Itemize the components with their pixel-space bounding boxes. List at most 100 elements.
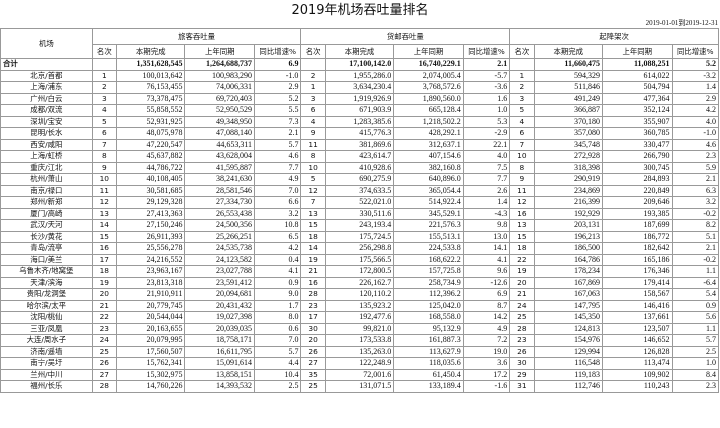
cargo-current: 374,633.5 (324, 184, 395, 197)
airport-name: 上海/浦东 (0, 81, 93, 94)
flights-last-year: 355,907 (601, 115, 673, 128)
passenger-growth: 5.7 (254, 345, 302, 358)
passenger-rank: 17 (91, 253, 117, 266)
flights-rank: 20 (509, 276, 535, 289)
airport-name: 天津/滨海 (0, 276, 93, 289)
flights-last-year: 220,849 (601, 184, 673, 197)
cargo-rank: 17 (300, 311, 326, 324)
cargo-growth: 1.6 (462, 92, 511, 105)
flights-rank: 19 (509, 265, 535, 278)
passenger-growth: 0.6 (254, 322, 302, 335)
cargo-rank: 11 (300, 138, 326, 151)
airport-name: 上海/虹桥 (0, 150, 93, 163)
passenger-growth: 4.2 (254, 242, 302, 255)
flights-current: 370,180 (533, 115, 603, 128)
cargo-last-year: 382,160.8 (393, 161, 464, 174)
table-row: 广州/白云 3 73,378,475 69,720,403 5.2 3 1,919,926.… (0, 92, 720, 105)
passenger-rank: 2 (91, 81, 117, 94)
flights-growth: 1.4 (671, 81, 720, 94)
airport-name: 乌鲁木齐/地窝堡 (0, 265, 93, 278)
flights-rank: 2 (509, 81, 535, 94)
cargo-rank: 2 (300, 69, 326, 82)
flights-rank: 4 (509, 115, 535, 128)
table-row: 上海/虹桥 8 45,637,882 43,628,004 4.6 8 423,614.7 4… (0, 150, 720, 163)
cargo-rank: 14 (300, 242, 326, 255)
cargo-growth: -3.6 (462, 81, 511, 94)
airport-name: 杭州/萧山 (0, 173, 93, 186)
cargo-rank: 4 (300, 115, 326, 128)
flights-growth: 8.4 (671, 368, 720, 381)
cargo-current: 173,533.8 (324, 334, 395, 347)
passenger-rank: 16 (91, 242, 117, 255)
passenger-current: 20,079,995 (115, 334, 186, 347)
total-passenger-growth: 6.9 (254, 58, 302, 71)
cargo-last-year: 113,627.9 (393, 345, 464, 358)
growth-header: 同比增速% (254, 44, 302, 59)
cargo-last-year: 112,396.2 (393, 288, 464, 301)
passenger-header: 旅客吞吐量 (91, 28, 302, 45)
table-row: 南京/禄口 11 30,581,685 28,581,546 7.0 12 374,633.… (0, 184, 720, 197)
cargo-current: 192,477.6 (324, 311, 395, 324)
cargo-current: 135,923.2 (324, 299, 395, 312)
table-row: 西安/咸阳 7 47,220,547 44,653,311 5.7 11 381,869.6… (0, 138, 720, 151)
cargo-rank: 21 (300, 265, 326, 278)
cargo-current: 3,634,230.4 (324, 81, 395, 94)
flights-current: 147,795 (533, 299, 603, 312)
passenger-rank: 9 (91, 161, 117, 174)
passenger-current: 14,760,226 (115, 380, 186, 393)
cargo-growth: 14.1 (462, 242, 511, 255)
cargo-current: 175,566.5 (324, 253, 395, 266)
table-row: 长沙/黄花 15 26,911,393 25,266,251 6.5 18 175,724.… (0, 230, 720, 243)
current-header: 本期完成 (115, 44, 186, 59)
passenger-rank: 6 (91, 127, 117, 140)
flights-last-year: 113,474 (601, 357, 673, 370)
flights-rank: 11 (509, 184, 535, 197)
cargo-rank: 28 (300, 288, 326, 301)
flights-last-year: 614,022 (601, 69, 673, 82)
cargo-rank: 7 (300, 196, 326, 209)
flights-growth: 1.1 (671, 322, 720, 335)
table-row: 重庆/江北 9 44,786,722 41,595,887 7.7 10 410,928.6… (0, 161, 720, 174)
flights-growth: 4.6 (671, 138, 720, 151)
airport-name: 沈阳/桃仙 (0, 311, 93, 324)
passenger-current: 17,560,507 (115, 345, 186, 358)
flights-last-year: 126,828 (601, 345, 673, 358)
flights-growth: 4.0 (671, 115, 720, 128)
airport-name: 广州/白云 (0, 92, 93, 105)
cargo-growth: 7.7 (462, 173, 511, 186)
cargo-rank: 3 (300, 92, 326, 105)
cargo-current: 690,275.9 (324, 173, 395, 186)
flights-current: 203,131 (533, 219, 603, 232)
flights-growth: 2.3 (671, 380, 720, 393)
flights-rank: 5 (509, 104, 535, 117)
flights-current: 216,399 (533, 196, 603, 209)
cargo-last-year: 95,132.9 (393, 322, 464, 335)
flights-current: 192,929 (533, 207, 603, 220)
table-row: 三亚/凤凰 23 20,163,655 20,039,035 0.6 30 99,821.0… (0, 322, 720, 335)
table-row: 南宁/吴圩 26 15,762,341 15,091,614 4.4 27 122,248.… (0, 357, 720, 370)
flights-last-year: 176,346 (601, 265, 673, 278)
total-flights-last-year: 11,088,251 (601, 58, 673, 71)
passenger-growth: 7.0 (254, 184, 302, 197)
cargo-rank: 26 (300, 345, 326, 358)
flights-current: 119,183 (533, 368, 603, 381)
cargo-rank: 23 (300, 299, 326, 312)
passenger-rank: 20 (91, 288, 117, 301)
cargo-last-year: 133,189.4 (393, 380, 464, 393)
passenger-growth: 4.9 (254, 173, 302, 186)
flights-current: 178,234 (533, 265, 603, 278)
flights-current: 124,813 (533, 322, 603, 335)
passenger-last-year: 44,653,311 (184, 138, 256, 151)
cargo-current: 120,110.2 (324, 288, 395, 301)
cargo-growth: 4.0 (462, 150, 511, 163)
airport-name: 三亚/凤凰 (0, 322, 93, 335)
cargo-growth: -4.3 (462, 207, 511, 220)
flights-current: 491,249 (533, 92, 603, 105)
table-row: 青岛/流亭 16 25,556,278 24,535,738 4.2 14 256,298.… (0, 242, 720, 255)
cargo-current: 172,800.5 (324, 265, 395, 278)
cargo-rank: 12 (300, 184, 326, 197)
flights-growth: 5.9 (671, 161, 720, 174)
passenger-current: 40,108,405 (115, 173, 186, 186)
flights-last-year: 187,699 (601, 219, 673, 232)
passenger-rank: 14 (91, 219, 117, 232)
